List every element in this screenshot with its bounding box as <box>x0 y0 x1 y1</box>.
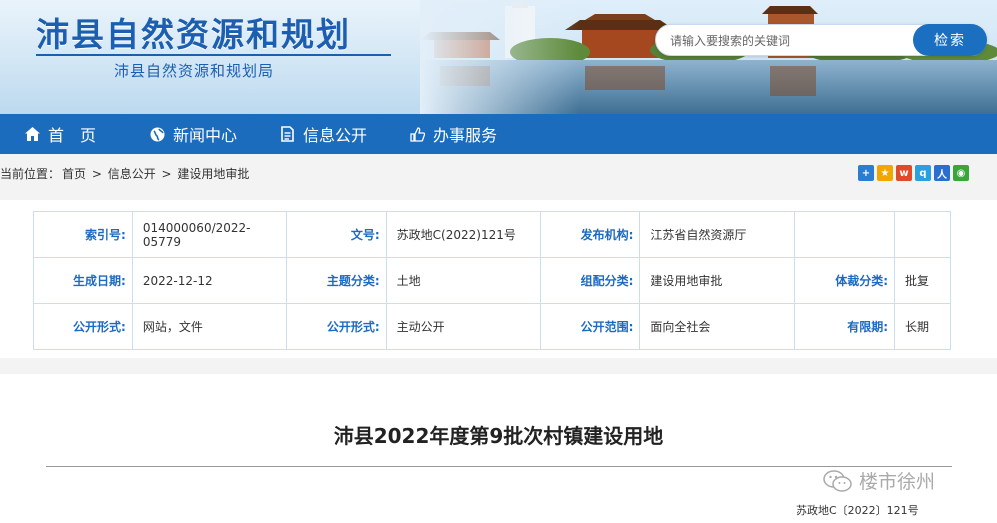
meta-key: 生成日期: <box>33 257 133 304</box>
meta-value: 批复 <box>894 257 951 304</box>
table-row: 公开形式: 网站，文件 公开形式: 主动公开 公开范围: 面向全社会 有限期: … <box>33 303 951 350</box>
main-nav: 首 页 新闻中心 信息公开 办事服务 <box>0 114 997 154</box>
meta-key: 体裁分类: <box>794 257 896 304</box>
meta-value: 建设用地审批 <box>639 257 796 304</box>
table-row: 生成日期: 2022-12-12 主题分类: 土地 组配分类: 建设用地审批 体… <box>33 257 951 304</box>
search-input[interactable] <box>670 31 910 51</box>
meta-key: 公开形式: <box>285 303 387 350</box>
meta-key-empty <box>794 211 896 258</box>
article-body: 沛县2022年度第9批次村镇建设用地 楼市徐州 苏政地C〔2022〕121号 <box>0 374 997 523</box>
meta-value-empty <box>894 211 951 258</box>
meta-key: 有限期: <box>794 303 896 350</box>
meta-value: 苏政地C(2022)121号 <box>385 211 541 258</box>
home-icon <box>24 126 40 142</box>
share-tencent-icon[interactable]: q <box>915 165 931 181</box>
meta-value: 主动公开 <box>385 303 541 350</box>
breadcrumb-bar: 当前位置： 首页 > 信息公开 > 建设用地审批 + ★ w q 人 ◉ <box>0 154 997 198</box>
nav-label: 信息公开 <box>303 126 368 145</box>
site-name: 沛县自然资源和规划 <box>36 15 351 54</box>
site-subtitle: 沛县自然资源和规划局 <box>114 62 275 80</box>
site-name-underline <box>36 54 391 56</box>
meta-value: 江苏省自然资源厅 <box>639 211 796 258</box>
breadcrumb-link-info[interactable]: 信息公开 <box>108 167 156 181</box>
nav-label: 新闻中心 <box>173 126 238 145</box>
share-toolbar: + ★ w q 人 ◉ <box>858 165 969 181</box>
nav-item-news[interactable]: 新闻中心 <box>125 114 255 154</box>
meta-key: 文号: <box>285 211 387 258</box>
meta-key: 公开范围: <box>539 303 641 350</box>
header-banner: 沛县自然资源和规划 沛县自然资源和规划局 检索 <box>0 0 997 114</box>
document-number: 苏政地C〔2022〕121号 <box>796 504 919 517</box>
share-qzone-icon[interactable]: ★ <box>877 165 893 181</box>
meta-value: 2022-12-12 <box>131 257 287 304</box>
document-meta-table: 索引号: 014000060/2022-05779 文号: 苏政地C(2022)… <box>33 211 951 350</box>
breadcrumb-separator: > <box>157 167 176 181</box>
nav-item-services[interactable]: 办事服务 <box>385 114 545 154</box>
title-divider <box>46 466 952 467</box>
search-box: 检索 <box>655 24 987 56</box>
share-renren-icon[interactable]: 人 <box>934 165 950 181</box>
meta-key: 发布机构: <box>539 211 641 258</box>
document-icon <box>279 126 295 142</box>
watermark: 楼市徐州 <box>823 467 935 494</box>
meta-value: 014000060/2022-05779 <box>131 211 287 258</box>
nav-item-info[interactable]: 信息公开 <box>255 114 385 154</box>
breadcrumb-prefix: 当前位置： <box>0 167 61 181</box>
breadcrumb: 当前位置： 首页 > 信息公开 > 建设用地审批 <box>0 165 251 182</box>
meta-key: 公开形式: <box>33 303 133 350</box>
breadcrumb-link-current[interactable]: 建设用地审批 <box>177 167 249 181</box>
globe-icon <box>149 126 165 142</box>
article-title: 沛县2022年度第9批次村镇建设用地 <box>333 424 664 448</box>
wechat-watermark-icon <box>823 469 852 492</box>
banner-scenery-image <box>420 0 997 114</box>
meta-value: 长期 <box>894 303 951 350</box>
nav-label: 办事服务 <box>433 126 498 145</box>
breadcrumb-separator: > <box>88 167 106 181</box>
meta-key: 主题分类: <box>285 257 387 304</box>
nav-item-home[interactable]: 首 页 <box>0 114 125 154</box>
meta-value: 网站，文件 <box>131 303 287 350</box>
share-wechat-icon[interactable]: ◉ <box>953 165 969 181</box>
search-button[interactable]: 检索 <box>913 24 987 56</box>
watermark-text: 楼市徐州 <box>859 471 936 493</box>
breadcrumb-link-home[interactable]: 首页 <box>62 167 86 181</box>
meta-key: 组配分类: <box>539 257 641 304</box>
document-meta-panel: 索引号: 014000060/2022-05779 文号: 苏政地C(2022)… <box>0 200 997 358</box>
table-row: 索引号: 014000060/2022-05779 文号: 苏政地C(2022)… <box>33 211 951 258</box>
meta-value: 土地 <box>385 257 541 304</box>
nav-label: 首 页 <box>48 126 97 145</box>
share-plus-icon[interactable]: + <box>858 165 874 181</box>
meta-value: 面向全社会 <box>639 303 796 350</box>
share-weibo-icon[interactable]: w <box>896 165 912 181</box>
thumbs-up-icon <box>409 126 425 142</box>
meta-key: 索引号: <box>33 211 133 258</box>
